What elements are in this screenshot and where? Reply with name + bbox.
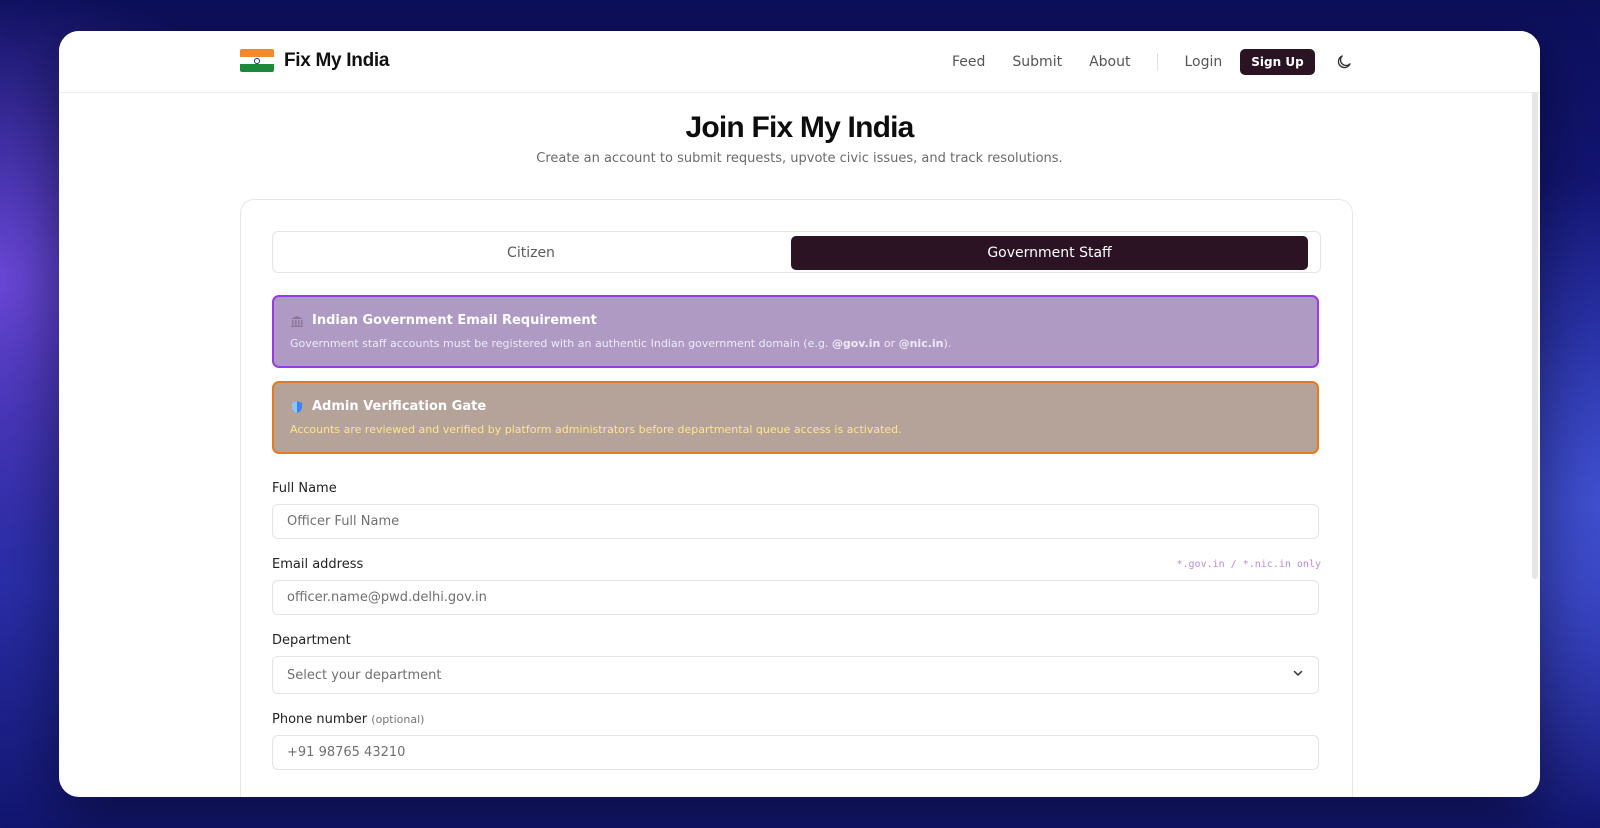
phone-input[interactable]: +91 98765 43210 xyxy=(272,735,1319,770)
verify-alert-body: Accounts are reviewed and verified by pl… xyxy=(290,423,902,436)
email-requirement-alert: Indian Government Email Requirement Gove… xyxy=(272,295,1319,368)
signup-button[interactable]: Sign Up xyxy=(1240,48,1315,75)
phone-optional-tag: (optional) xyxy=(371,713,425,726)
verify-alert-title: Admin Verification Gate xyxy=(312,399,487,414)
admin-verification-alert: Admin Verification Gate Accounts are rev… xyxy=(272,381,1319,454)
nav-about-link[interactable]: About xyxy=(1089,54,1130,70)
nav-divider xyxy=(1157,52,1159,71)
signup-card: Citizen Government Staff Indian Governme… xyxy=(240,199,1353,797)
moon-icon[interactable] xyxy=(1335,53,1353,71)
page-subtitle: Create an account to submit requests, up… xyxy=(536,151,1063,166)
email-label: Email address xyxy=(272,557,364,572)
full-name-label: Full Name xyxy=(272,481,337,496)
nav-feed-link[interactable]: Feed xyxy=(952,54,985,70)
full-name-input[interactable]: Officer Full Name xyxy=(272,504,1319,539)
government-building-icon xyxy=(290,314,304,328)
role-toggle: Citizen Government Staff xyxy=(272,231,1321,273)
page-title: Join Fix My India xyxy=(685,111,914,144)
chevron-down-icon xyxy=(1292,667,1304,683)
brand-name: Fix My India xyxy=(284,49,390,71)
email-alert-body: Government staff accounts must be regist… xyxy=(290,337,952,350)
department-label: Department xyxy=(272,633,351,648)
department-select-value: Select your department xyxy=(287,667,442,683)
india-flag-icon xyxy=(240,49,274,72)
top-navbar: Fix My India Feed Submit About Login Sig… xyxy=(59,31,1540,93)
browser-window: Fix My India Feed Submit About Login Sig… xyxy=(59,31,1540,797)
email-domain-hint: *.gov.in / *.nic.in only xyxy=(1176,559,1322,570)
login-link[interactable]: Login xyxy=(1184,54,1222,70)
shield-icon xyxy=(290,400,304,414)
brand-logo[interactable]: Fix My India xyxy=(240,49,389,72)
role-government-staff-tab[interactable]: Government Staff xyxy=(791,236,1308,270)
role-citizen-tab[interactable]: Citizen xyxy=(277,236,785,270)
phone-label: Phone number (optional) xyxy=(272,712,425,727)
nav-links: Feed Submit About Login Sign Up xyxy=(952,31,1353,92)
email-alert-title: Indian Government Email Requirement xyxy=(312,313,597,328)
email-input[interactable]: officer.name@pwd.delhi.gov.in xyxy=(272,580,1319,615)
department-select[interactable]: Select your department xyxy=(272,656,1319,694)
nav-submit-link[interactable]: Submit xyxy=(1012,54,1062,70)
